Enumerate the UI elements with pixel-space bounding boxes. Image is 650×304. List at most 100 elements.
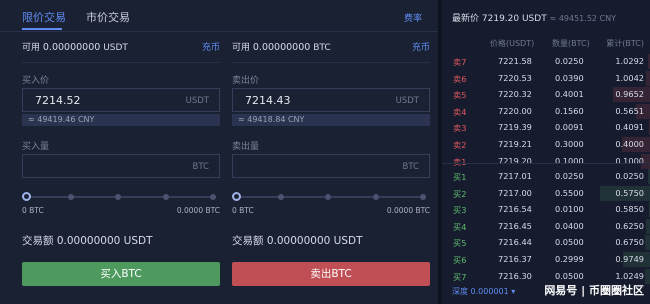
bid-row[interactable]: 买4 7216.45 0.0400 0.6250 <box>442 218 650 235</box>
ask-row[interactable]: 卖2 7219.21 0.3000 0.4000 <box>442 136 650 153</box>
bid-row[interactable]: 买3 7216.54 0.0100 0.5850 <box>442 201 650 218</box>
row-label: 买7 <box>453 271 467 282</box>
ask-row[interactable]: 卖4 7220.00 0.1560 0.5651 <box>442 103 650 120</box>
row-cum: 0.5850 <box>615 204 644 215</box>
header-qty: 数量(BTC) <box>552 39 590 48</box>
row-price: 7217.00 <box>498 187 532 198</box>
bid-row[interactable]: 买1 7217.01 0.0250 0.0250 <box>442 168 650 185</box>
sell-price-label: 卖出价 <box>232 76 260 86</box>
row-cum: 0.6250 <box>615 220 644 231</box>
available-value: 0.00000000 <box>252 42 311 53</box>
row-cum: 0.9652 <box>615 89 644 100</box>
buy-price-input[interactable]: 7214.52 USDT <box>22 88 220 112</box>
depth-selector[interactable]: 深度 0.000001 ▾ <box>452 286 515 297</box>
row-label: 卖7 <box>453 57 467 67</box>
buy-price-unit: USDT <box>185 96 209 106</box>
row-label: 卖2 <box>453 140 467 150</box>
amount-value: 0.00000000 USDT <box>56 235 153 247</box>
row-price: 7216.54 <box>498 204 532 215</box>
sell-qty-unit: BTC <box>402 162 419 172</box>
available-label: 可用 <box>22 43 41 53</box>
row-qty: 0.3000 <box>555 139 584 149</box>
buy-price-value: 7214.52 <box>35 94 81 107</box>
row-label: 买4 <box>453 221 467 232</box>
sell-qty-input[interactable]: BTC <box>232 154 430 178</box>
buy-price-cny: ≈ 49419.46 CNY <box>22 114 220 126</box>
header-cum: 累计(BTC) <box>606 39 644 48</box>
trade-panel: 限价交易 市价交易 费率 可用 0.00000000 USDT 充币 买入价 7… <box>0 0 438 304</box>
bid-row[interactable]: 买2 7217.00 0.5500 0.5750 <box>442 185 650 202</box>
divider <box>232 62 430 63</box>
row-cum: 0.4091 <box>615 122 644 133</box>
row-label: 卖5 <box>453 90 467 101</box>
row-label: 买5 <box>453 238 467 249</box>
sell-range-max: 0.0000 BTC <box>386 206 430 215</box>
row-price: 7219.20 <box>498 155 532 166</box>
row-cum: 0.6750 <box>615 237 644 248</box>
amount-value: 0.00000000 USDT <box>266 235 363 247</box>
ask-row[interactable]: 卖6 7220.53 0.0390 1.0042 <box>442 70 650 87</box>
tab-market-order[interactable]: 市价交易 <box>86 9 130 25</box>
row-cum: 0.5651 <box>615 105 644 116</box>
row-price: 7219.39 <box>498 122 532 133</box>
buy-btc-button[interactable]: 买入BTC <box>22 262 220 286</box>
header-price: 价格(USDT) <box>490 39 535 48</box>
ask-row[interactable]: 卖3 7219.39 0.0091 0.4091 <box>442 119 650 136</box>
slider-step-100[interactable] <box>210 194 216 200</box>
row-label: 买6 <box>453 255 467 265</box>
slider-step-100[interactable] <box>420 194 426 200</box>
latest-price-label: 最新价 <box>452 14 480 24</box>
row-qty: 0.0091 <box>555 122 584 133</box>
row-cum: 0.4000 <box>615 139 644 149</box>
row-qty: 0.5500 <box>555 187 584 198</box>
fee-rate-link[interactable]: 费率 <box>404 11 422 24</box>
row-qty: 0.0250 <box>555 56 584 66</box>
depth-bar <box>645 235 650 251</box>
buy-price-label: 买入价 <box>22 76 50 86</box>
slider-step-75[interactable] <box>163 194 169 200</box>
row-qty: 0.2999 <box>555 254 584 264</box>
sell-qty-slider[interactable] <box>232 191 430 203</box>
row-qty: 0.0400 <box>555 220 584 231</box>
slider-handle[interactable] <box>232 192 241 201</box>
row-label: 买2 <box>453 188 467 199</box>
sell-form: 可用 0.00000000 BTC 充币 卖出价 7214.43 USDT ≈ … <box>232 32 430 304</box>
row-label: 买1 <box>453 172 467 182</box>
sell-btc-button[interactable]: 卖出BTC <box>232 262 430 286</box>
row-qty: 0.0500 <box>555 270 584 281</box>
available-unit: USDT <box>103 43 128 53</box>
slider-step-25[interactable] <box>278 194 284 200</box>
row-price: 7220.32 <box>498 89 532 100</box>
slider-handle[interactable] <box>22 192 31 201</box>
sell-range-min: 0 BTC <box>232 206 254 215</box>
slider-step-50[interactable] <box>325 194 331 200</box>
row-qty: 0.0100 <box>555 204 584 215</box>
buy-amount: 交易额 0.00000000 USDT <box>22 233 153 248</box>
available-label: 可用 <box>232 43 251 53</box>
sell-price-input[interactable]: 7214.43 USDT <box>232 88 430 112</box>
buy-deposit-link[interactable]: 充币 <box>202 40 220 53</box>
slider-step-25[interactable] <box>68 194 74 200</box>
sell-price-unit: USDT <box>395 96 419 106</box>
bid-row[interactable]: 买6 7216.37 0.2999 0.9749 <box>442 251 650 268</box>
buy-qty-input[interactable]: BTC <box>22 154 220 178</box>
ask-row[interactable]: 卖5 7220.32 0.4001 0.9652 <box>442 86 650 103</box>
depth-bar <box>646 70 650 86</box>
slider-step-50[interactable] <box>115 194 121 200</box>
buy-qty-slider[interactable] <box>22 191 220 203</box>
divider <box>22 62 220 63</box>
row-qty: 0.0500 <box>555 237 584 248</box>
amount-label: 交易额 <box>232 235 264 247</box>
bid-row[interactable]: 买5 7216.44 0.0500 0.6750 <box>442 234 650 251</box>
sell-deposit-link[interactable]: 充币 <box>412 40 430 53</box>
sell-qty-label: 卖出量 <box>232 142 260 152</box>
tab-limit-order[interactable]: 限价交易 <box>22 9 66 25</box>
row-qty: 0.1000 <box>555 155 584 166</box>
ask-row[interactable]: 卖7 7221.58 0.0250 1.0292 <box>442 53 650 70</box>
buy-available: 可用 0.00000000 USDT <box>22 40 128 53</box>
row-qty: 0.4001 <box>555 89 584 100</box>
row-cum: 0.5750 <box>615 187 644 198</box>
row-price: 7220.53 <box>498 72 532 83</box>
slider-step-75[interactable] <box>373 194 379 200</box>
sell-price-value: 7214.43 <box>245 94 291 107</box>
